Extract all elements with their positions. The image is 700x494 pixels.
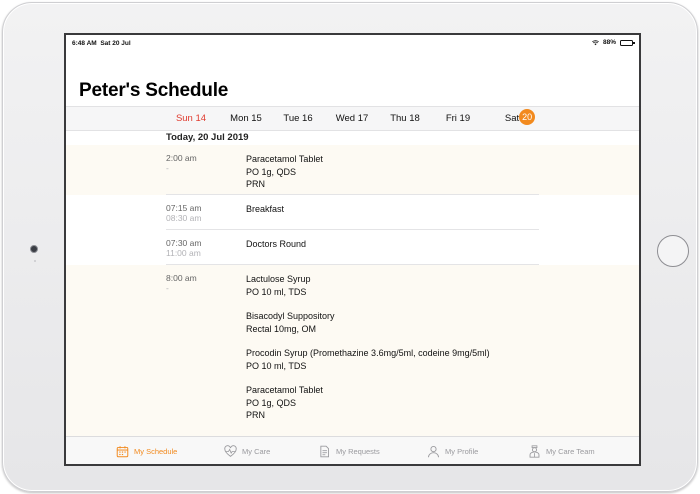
- home-button[interactable]: [657, 235, 689, 267]
- schedule-item[interactable]: Lactulose Syrup PO 10 ml, TDS: [246, 273, 576, 298]
- doctor-icon: [528, 444, 541, 458]
- item-line: Paracetamol Tablet: [246, 385, 323, 395]
- wifi-icon: [592, 39, 599, 45]
- ipad-frame: 6:48 AM Sat 20 Jul 88% Peter's Schedule …: [2, 2, 698, 492]
- item-line: PO 1g, QDS: [246, 166, 297, 177]
- item-line: Procodin Syrup (Promethazine 3.6mg/5ml, …: [246, 348, 490, 358]
- item-line: Lactulose Syrup: [246, 274, 311, 284]
- item-line: Paracetamol Tablet: [246, 154, 323, 164]
- start-time: 8:00 am: [166, 273, 197, 283]
- day-selector: Sun 14 Mon 15 Tue 16 Wed 17 Thu 18 Fri 19 Sat 2…: [66, 106, 639, 131]
- day-tab[interactable]: Thu 18: [380, 107, 430, 131]
- tab-label: My Profile: [445, 446, 479, 456]
- schedule-list: 2:00 am - Paracetamol Tablet PO 1g, QDS PRN 0…: [66, 145, 639, 455]
- day-tab[interactable]: Sun 14: [166, 107, 216, 131]
- schedule-row[interactable]: 07:30 am 11:00 am Doctors Round: [66, 230, 639, 265]
- tab-label: My Schedule: [134, 446, 178, 456]
- end-time: -: [166, 283, 169, 293]
- day-tab[interactable]: Mon 15: [221, 107, 271, 131]
- schedule-item[interactable]: Doctors Round: [246, 238, 576, 251]
- front-camera: [30, 245, 38, 253]
- schedule-item[interactable]: Paracetamol Tablet PO 1g, QDS PRN: [246, 153, 576, 191]
- entry-details: Doctors Round: [246, 238, 576, 251]
- battery-percent: 88%: [602, 39, 616, 46]
- schedule-item[interactable]: Bisacodyl Suppository Rectal 10mg, OM: [246, 310, 576, 335]
- item-line: Breakfast: [246, 204, 285, 214]
- item-line: Rectal 10mg, OM: [246, 323, 317, 334]
- status-indicators: 88%: [592, 39, 635, 46]
- end-time: 08:30 am: [166, 213, 202, 223]
- start-time: 2:00 am: [166, 153, 197, 163]
- entry-details: Lactulose Syrup PO 10 ml, TDS Bisacodyl Su…: [246, 273, 576, 446]
- day-tab[interactable]: Wed 17: [327, 107, 377, 131]
- tab-my-schedule[interactable]: My Schedule: [116, 437, 178, 464]
- item-line: PO 10 ml, TDS: [246, 286, 307, 297]
- time-column: 8:00 am -: [166, 273, 236, 293]
- person-icon: [427, 445, 440, 458]
- heart-pulse-icon: [224, 444, 237, 458]
- schedule-item[interactable]: Paracetamol Tablet PO 1g, QDS PRN: [246, 384, 576, 422]
- day-tab[interactable]: Sat 20: [498, 107, 542, 131]
- tab-label: My Requests: [336, 446, 380, 456]
- battery-icon: [620, 39, 635, 46]
- end-time: -: [166, 163, 169, 173]
- status-bar: 6:48 AM Sat 20 Jul 88%: [66, 35, 639, 51]
- screen: 6:48 AM Sat 20 Jul 88% Peter's Schedule …: [64, 33, 641, 466]
- day-tab[interactable]: Fri 19: [433, 107, 483, 131]
- tab-my-requests[interactable]: My Requests: [318, 437, 380, 464]
- start-time: 07:15 am: [166, 203, 202, 213]
- tab-bar: My Schedule My Care My Requests My Profile M…: [66, 436, 639, 464]
- item-line: PRN: [246, 179, 266, 189]
- tab-my-care-team[interactable]: My Care Team: [528, 437, 595, 464]
- schedule-row[interactable]: 2:00 am - Paracetamol Tablet PO 1g, QDS PRN: [66, 145, 639, 195]
- schedule-item[interactable]: Breakfast: [246, 203, 576, 216]
- item-line: Doctors Round: [246, 239, 307, 249]
- time-column: 07:15 am 08:30 am: [166, 203, 236, 223]
- item-line: Bisacodyl Suppository: [246, 311, 335, 321]
- schedule-row[interactable]: 07:15 am 08:30 am Breakfast: [66, 195, 639, 230]
- time-column: 07:30 am 11:00 am: [166, 238, 236, 258]
- item-line: PO 10 ml, TDS: [246, 360, 307, 371]
- item-line: PRN: [246, 410, 266, 420]
- start-time: 07:30 am: [166, 238, 202, 248]
- selected-day-badge: 20: [519, 109, 536, 126]
- document-icon: [318, 445, 331, 458]
- entry-details: Paracetamol Tablet PO 1g, QDS PRN: [246, 153, 576, 191]
- entry-details: Breakfast: [246, 203, 576, 216]
- tab-my-care[interactable]: My Care: [224, 437, 271, 464]
- tab-my-profile[interactable]: My Profile: [427, 437, 479, 464]
- end-time: 11:00 am: [166, 248, 201, 258]
- status-time-date: 6:48 AM Sat 20 Jul: [72, 40, 131, 47]
- page-title: Peter's Schedule: [79, 80, 229, 101]
- schedule-item[interactable]: Procodin Syrup (Promethazine 3.6mg/5ml, …: [246, 347, 576, 372]
- day-tab[interactable]: Tue 16: [273, 107, 323, 131]
- date-heading: Today, 20 Jul 2019: [166, 132, 249, 143]
- schedule-row[interactable]: 8:00 am - Lactulose Syrup PO 10 ml, TDS Bisa…: [66, 265, 639, 455]
- time-column: 2:00 am -: [166, 153, 236, 173]
- calendar-icon: [116, 445, 129, 458]
- ambient-sensor: [34, 260, 36, 262]
- tab-label: My Care: [242, 446, 271, 456]
- item-line: PO 1g, QDS: [246, 397, 297, 408]
- tab-label: My Care Team: [546, 446, 595, 456]
